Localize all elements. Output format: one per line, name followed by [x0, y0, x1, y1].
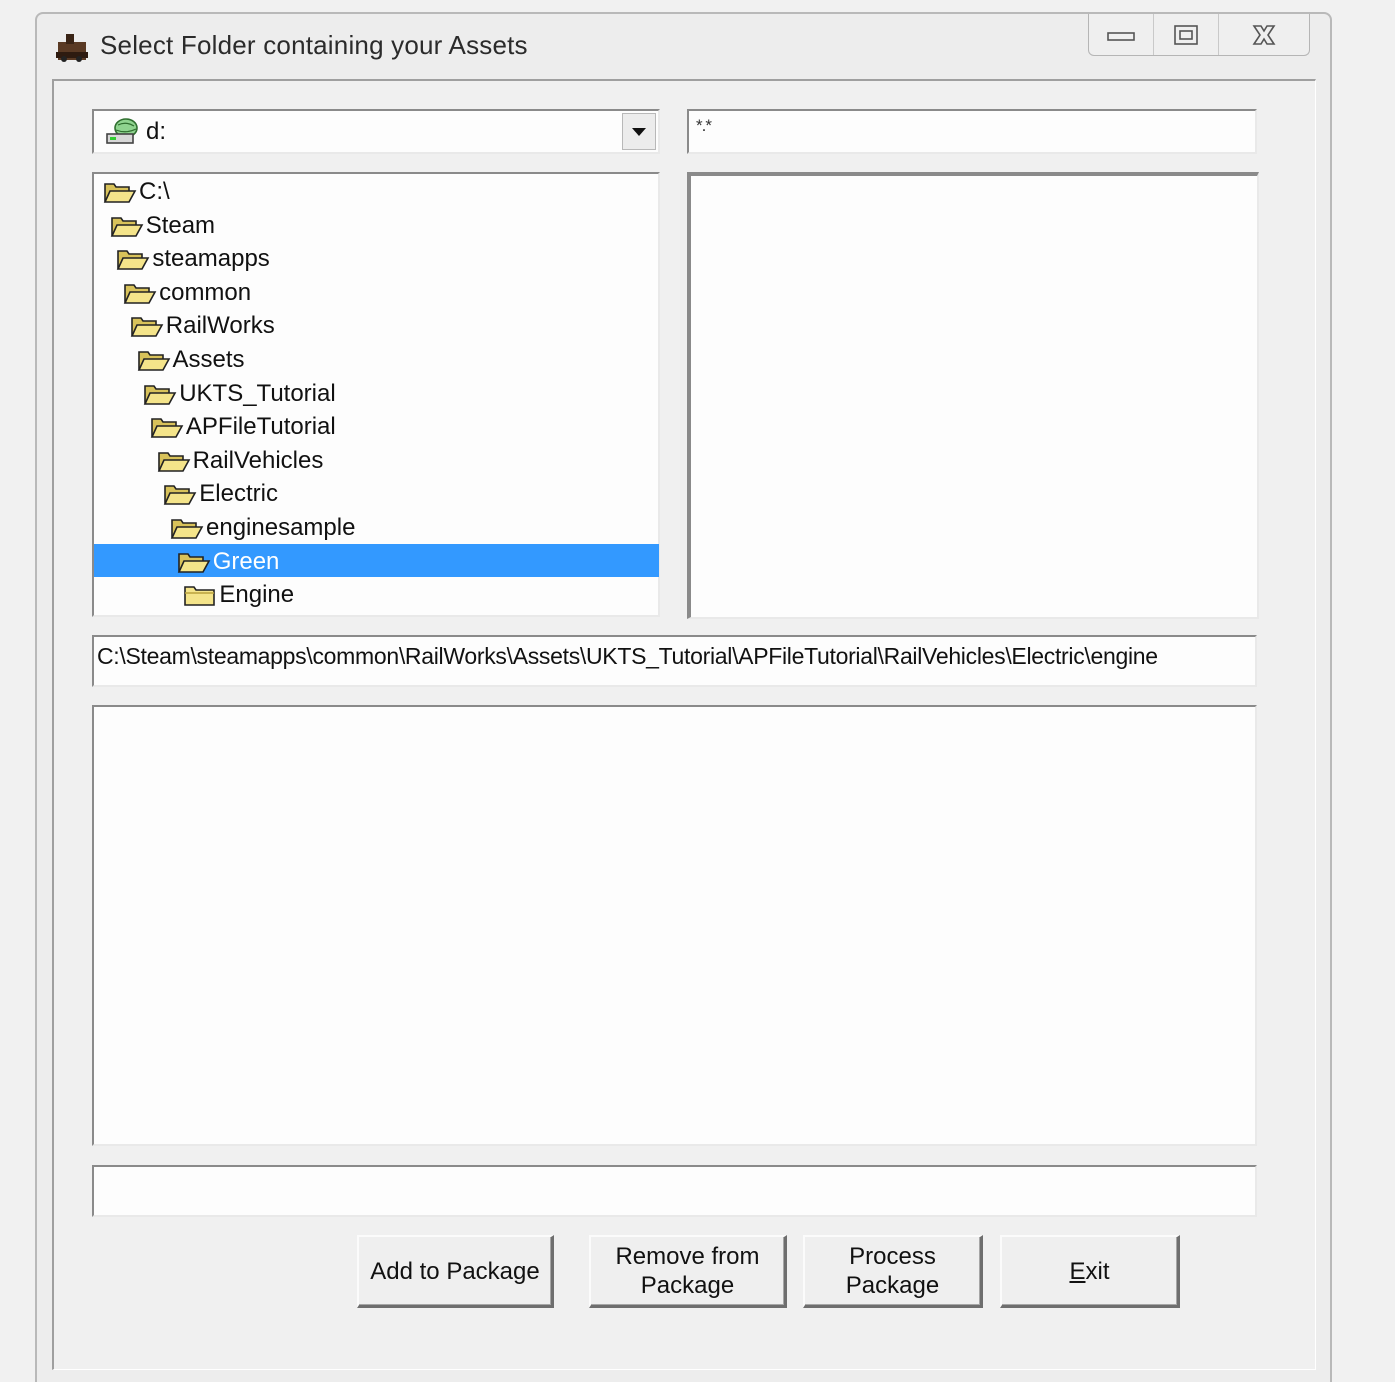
tree-item[interactable]: Engine	[183, 579, 294, 611]
exit-label: Exit	[1069, 1257, 1109, 1286]
remove-from-package-button[interactable]: Remove from Package	[589, 1235, 787, 1308]
tree-item[interactable]: steamapps	[116, 243, 270, 275]
open-folder-icon	[177, 549, 213, 575]
chevron-down-icon	[632, 127, 646, 136]
tree-item-label: Green	[212, 547, 280, 575]
open-folder-icon	[150, 414, 186, 440]
open-folder-icon	[123, 280, 159, 306]
tree-item-label: steamapps	[152, 245, 270, 273]
open-folder-icon	[157, 448, 193, 474]
folder-icon	[183, 582, 219, 608]
exit-button[interactable]: Exit	[1000, 1235, 1180, 1308]
tree-item[interactable]: UKTS_Tutorial	[143, 378, 336, 410]
package-list[interactable]	[92, 705, 1257, 1146]
tree-item-label: Assets	[172, 346, 245, 373]
tree-item-label: Engine	[219, 581, 295, 609]
close-button[interactable]	[1219, 14, 1309, 55]
exit-accelerator: E	[1069, 1257, 1086, 1285]
path-value: C:\Steam\steamapps\common\RailWorks\Asse…	[97, 643, 1158, 669]
open-folder-icon	[163, 481, 199, 507]
tree-item[interactable]: common	[123, 277, 251, 309]
tree-item[interactable]: RailWorks	[130, 310, 275, 342]
tree-item-label: Electric	[199, 480, 278, 508]
file-list[interactable]	[687, 172, 1259, 619]
open-folder-icon	[116, 246, 152, 272]
status-field[interactable]	[92, 1165, 1257, 1217]
process-package-button[interactable]: Process Package	[803, 1235, 983, 1308]
open-folder-icon	[103, 179, 139, 205]
tree-item-label: Steam	[145, 211, 216, 239]
file-filter-value: *.*	[696, 116, 712, 135]
open-folder-icon	[130, 313, 166, 339]
tree-item-label: C:\	[139, 178, 170, 205]
window-title: Select Folder containing your Assets	[100, 30, 528, 60]
open-folder-icon	[110, 213, 146, 239]
remove-label-line2: Package	[640, 1272, 735, 1299]
tree-item[interactable]: APFileTutorial	[150, 411, 336, 443]
drive-selected-value: d:	[146, 118, 167, 145]
minimize-icon	[1107, 31, 1135, 41]
tree-item-label: UKTS_Tutorial	[179, 379, 336, 407]
process-label-line1: Process	[849, 1243, 936, 1270]
tree-item[interactable]: enginesample	[170, 512, 355, 544]
tree-item-label: RailWorks	[165, 312, 275, 340]
tree-item-label: enginesample	[206, 514, 356, 541]
open-folder-icon	[143, 381, 179, 407]
close-icon	[1252, 24, 1276, 45]
drive-dropdown-button[interactable]	[622, 113, 656, 150]
tree-item[interactable]: RailVehicles	[157, 445, 324, 477]
exit-label-rest: xit	[1085, 1257, 1110, 1285]
remove-label-line1: Remove from	[615, 1243, 760, 1270]
add-to-package-label: Add to Package	[370, 1257, 540, 1285]
file-filter-input[interactable]	[687, 109, 1257, 154]
tree-item-label: APFileTutorial	[185, 413, 336, 441]
maximize-icon	[1174, 24, 1198, 45]
tree-item-label: common	[159, 278, 252, 306]
network-drive-icon	[106, 118, 138, 144]
caption-buttons	[1088, 14, 1310, 56]
tree-item[interactable]: Green	[177, 546, 280, 578]
minimize-button[interactable]	[1089, 14, 1155, 55]
tree-item[interactable]: C:\	[103, 176, 170, 208]
add-to-package-button[interactable]: Add to Package	[357, 1235, 554, 1308]
tree-item[interactable]: Steam	[110, 210, 215, 242]
maximize-button[interactable]	[1154, 14, 1220, 55]
open-folder-icon	[137, 347, 173, 373]
process-label-line2: Package	[845, 1272, 940, 1299]
tree-item-label: RailVehicles	[192, 446, 324, 474]
drive-combo[interactable]	[92, 109, 660, 154]
open-folder-icon	[170, 515, 206, 541]
tree-item[interactable]: Electric	[163, 478, 278, 510]
train-icon	[56, 34, 88, 62]
tree-item[interactable]: Assets	[137, 344, 245, 376]
